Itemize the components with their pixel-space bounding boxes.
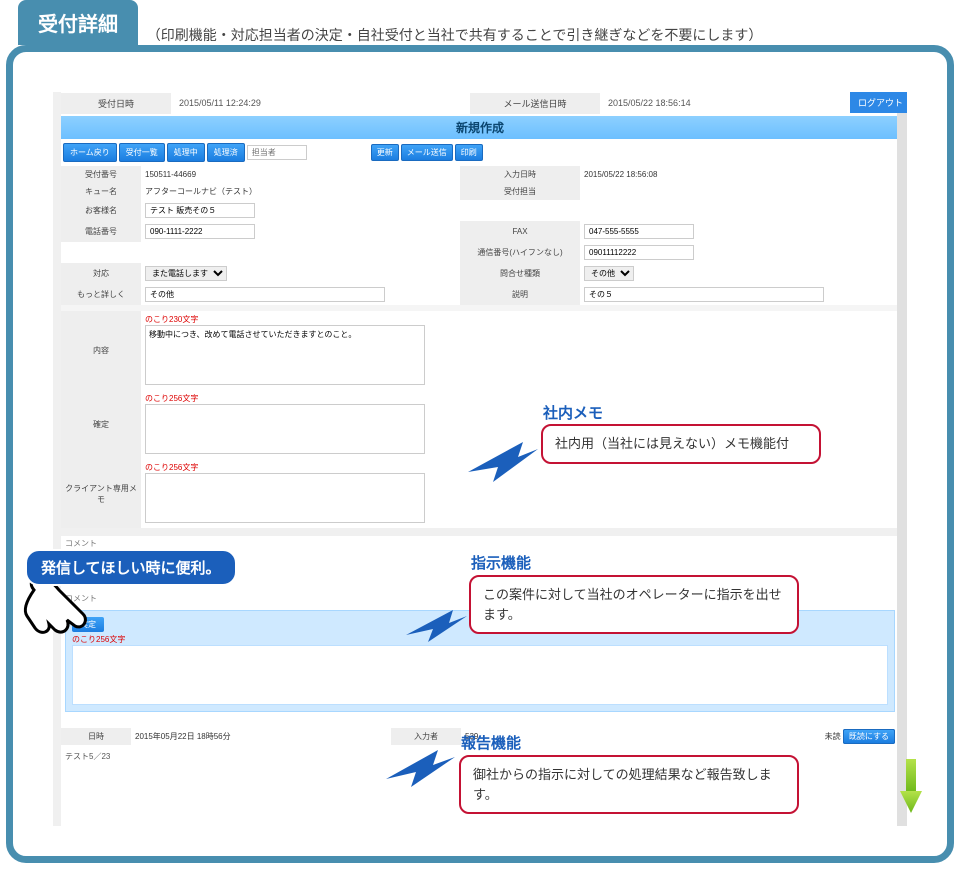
more-label: もっと詳しく (61, 284, 141, 305)
callback-input[interactable] (584, 245, 694, 260)
action-bar: ホーム戻り 受付一覧 処理中 処理済 更新 メール送信 印刷 (61, 139, 899, 166)
content-textarea[interactable] (145, 325, 425, 385)
content-hint: のこり230文字 (145, 315, 198, 324)
processing-button[interactable]: 処理中 (167, 143, 205, 162)
callout-inst: この案件に対して当社のオペレーターに指示を出せます。 (469, 575, 799, 634)
client-memo-label: クライアント専用メモ (61, 459, 141, 528)
arrow-inst-icon (403, 607, 473, 647)
callout-inst-title: 指示機能 (471, 552, 531, 573)
callout-memo-title: 社内メモ (543, 402, 603, 423)
customer-label: お客様名 (61, 200, 141, 221)
client-memo-hint: のこり256文字 (145, 463, 198, 472)
create-banner: 新規作成 (61, 116, 899, 139)
page-title-tab: 受付詳細 (18, 0, 138, 45)
arrow-memo-icon (463, 437, 543, 487)
more-input[interactable] (145, 287, 385, 302)
confirm-label: 確定 (61, 390, 141, 459)
list-button[interactable]: 受付一覧 (119, 143, 165, 162)
callback-label: 通信番号(ハイフンなし) (460, 242, 580, 263)
fax-label: FAX (460, 221, 580, 242)
arrow-rep-icon (383, 747, 463, 792)
inq-type-select[interactable]: その他 (584, 266, 634, 281)
print-button[interactable]: 印刷 (455, 144, 483, 161)
recv-no-label: 受付番号 (61, 166, 141, 183)
cmt-date-value: 2015年05月22日 18時56分 (131, 728, 391, 745)
agent-value (580, 183, 899, 200)
handle-select[interactable]: また電話します (145, 266, 227, 281)
cmt-date-label: 日時 (61, 728, 131, 745)
customer-input[interactable] (145, 203, 255, 218)
recv-no-value: 150511-44669 (141, 166, 460, 183)
content-label: 内容 (61, 311, 141, 390)
agent-label: 受付担当 (460, 183, 580, 200)
done-button[interactable]: 処理済 (207, 143, 245, 162)
mail-button[interactable]: メール送信 (401, 144, 453, 161)
handle-label: 対応 (61, 263, 141, 284)
confirm-hint: のこり256文字 (145, 394, 198, 403)
mail-date-label: メール送信日時 (470, 93, 600, 114)
header-dates-row: 受付日時 2015/05/11 12:24:29 メール送信日時 2015/05… (61, 92, 899, 114)
callout-rep: 御社からの指示に対しての処理結果など報告致します。 (459, 755, 799, 814)
comment-textarea[interactable] (72, 645, 888, 705)
cmt-inputter-label: 入力者 (391, 728, 461, 745)
input-dt-value: 2015/05/22 18:56:08 (580, 166, 899, 183)
phone-input[interactable] (145, 224, 255, 239)
recv-date-value: 2015/05/11 12:24:29 (171, 94, 470, 112)
page-subtitle: （印刷機能・対応担当者の決定・自社受付と当社で共有することで引き継ぎなどを不要に… (147, 25, 763, 45)
fax-input[interactable] (584, 224, 694, 239)
queue-label: キュー名 (61, 183, 141, 200)
callout-memo: 社内用（当社には見えない）メモ機能付 (541, 424, 821, 464)
mark-read-button[interactable]: 既読にする (843, 729, 895, 744)
desc-input[interactable] (584, 287, 824, 302)
inq-type-label: 問合せ種類 (460, 263, 580, 284)
phone-label: 電話番号 (61, 221, 141, 242)
callout-rep-title: 報告機能 (461, 732, 521, 753)
update-button[interactable]: 更新 (371, 144, 399, 161)
queue-value: アフターコールナビ（テスト） (141, 183, 460, 200)
unread-label: 未読 (825, 732, 841, 741)
desc-label: 説明 (460, 284, 580, 305)
home-button[interactable]: ホーム戻り (63, 143, 117, 162)
input-dt-label: 入力日時 (460, 166, 580, 183)
logout-button[interactable]: ログアウト (850, 92, 907, 113)
scroll-down-arrow-icon (900, 759, 922, 814)
confirm-textarea[interactable] (145, 404, 425, 454)
recv-date-label: 受付日時 (61, 93, 171, 114)
scrollbar[interactable] (897, 92, 907, 826)
assignee-input[interactable] (247, 145, 307, 160)
comment-hint: のこり256文字 (72, 634, 888, 645)
callout-pill: 発信してほしい時に便利。 (25, 549, 237, 586)
client-memo-textarea[interactable] (145, 473, 425, 523)
